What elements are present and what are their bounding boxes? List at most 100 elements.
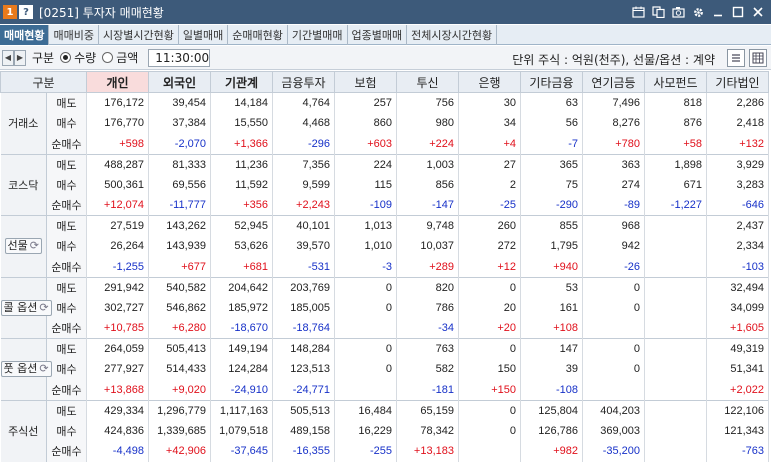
market-category-cell[interactable]: 풋 옵션 ⟳ [0, 338, 52, 400]
cell-financial-investment: -296 [272, 133, 335, 154]
cell-other-corp: +2,022 [706, 379, 769, 400]
market-category-button[interactable]: 콜 옵션 ⟳ [0, 299, 52, 316]
cell-insurance: 224 [334, 153, 397, 175]
table-row[interactable]: 순매수 +12,074 -11,777 +356 +2,243 -109 -147 -25 -2… [1, 195, 769, 216]
row-type-label: 매도 [46, 92, 87, 113]
copy-icon[interactable] [649, 3, 667, 21]
cell-bank: +12 [458, 256, 521, 277]
table-row[interactable]: 코스닥 매도 488,287 81,333 11,236 7,356 224 1,003 27 3… [0, 153, 769, 216]
cell-institution: +681 [210, 256, 273, 277]
table-header-row: 구분 개인 외국인 기관계 금융투자 보험 투신 은행 기타금융 연기금등 사모… [0, 71, 769, 93]
cell-other-finance: 125,804 [520, 399, 583, 421]
cell-investment-trust: 763 [396, 338, 459, 359]
cell-investment-trust: 756 [396, 92, 459, 113]
tab-daily-trading[interactable]: 일별매매 [179, 25, 229, 45]
cell-personal: 302,727 [86, 297, 149, 318]
cell-foreign: 514,433 [148, 359, 211, 380]
radio-quantity-dot[interactable] [60, 52, 72, 63]
table-row[interactable]: 순매수 +13,868 +9,020 -24,910 -24,771 -181 +150 -1… [1, 379, 769, 400]
cell-foreign: 39,454 [148, 92, 211, 113]
table-row[interactable]: 콜 옵션 ⟳ 매도 291,942 540,582 204,642 203,769 0 820 0… [0, 276, 769, 339]
row-type-label: 매도 [46, 215, 87, 236]
table-row[interactable]: 매수 277,927 514,433 124,284 123,513 0 582 150 39 0… [1, 359, 769, 380]
cell-private-fund [644, 215, 707, 236]
table-row[interactable]: 매수 424,836 1,339,685 1,079,518 489,158 16,229… [1, 420, 769, 441]
maximize-icon[interactable] [729, 3, 747, 21]
header-institution[interactable]: 기관계 [210, 71, 273, 93]
cell-foreign: 69,556 [148, 174, 211, 195]
time-input[interactable]: 11:30:00 [148, 48, 211, 67]
table-row[interactable]: 선물 ⟳ 매도 27,519 143,262 52,945 40,101 1,013 9,748… [0, 215, 769, 277]
cell-pension: -35,200 [582, 441, 645, 462]
cell-private-fund [644, 256, 707, 277]
cell-other-finance: 63 [520, 92, 583, 113]
next-arrow-icon[interactable]: ▶ [14, 49, 26, 66]
prev-arrow-icon[interactable]: ◀ [2, 49, 14, 66]
cell-other-corp: +132 [706, 133, 769, 154]
cell-other-finance: 855 [520, 215, 583, 236]
cell-financial-investment: 123,513 [272, 359, 335, 380]
table-row[interactable]: 매수 176,770 37,384 15,550 4,468 860 980 34 56 8,27… [1, 113, 769, 134]
tab-period-trading[interactable]: 기간별매매 [288, 25, 348, 45]
market-category-button[interactable]: 풋 옵션 ⟳ [0, 361, 52, 378]
tab-sector-trading[interactable]: 업종별매매 [348, 25, 408, 45]
table-row[interactable]: 순매수 +598 -2,070 +1,366 -296 +603 +224 +4 -7 +780 +… [1, 133, 769, 154]
table-row[interactable]: 순매수 -1,255 +677 +681 -531 -3 +289 +12 +940 -26 -10… [1, 256, 769, 277]
table-row[interactable]: 매수 500,361 69,556 11,592 9,599 115 856 2 75 274 67… [1, 174, 769, 195]
table-row[interactable]: 주식선 매도 429,334 1,296,779 1,117,163 505,513 16,… [0, 399, 769, 462]
market-category-cell[interactable]: 선물 ⟳ [0, 215, 47, 277]
header-other-corp[interactable]: 기타법인 [706, 71, 769, 93]
refresh-icon[interactable]: ⟳ [30, 240, 39, 252]
list-view-icon[interactable] [727, 49, 745, 67]
header-other-finance[interactable]: 기타금융 [520, 71, 583, 93]
cell-personal: +12,074 [86, 195, 149, 216]
table-row[interactable]: 풋 옵션 ⟳ 매도 264,059 505,413 149,194 148,284 0 763 0… [0, 338, 769, 400]
help-icon[interactable]: ? [19, 5, 33, 19]
header-financial-investment[interactable]: 금융투자 [272, 71, 335, 93]
radio-quantity[interactable]: 수량 [60, 49, 96, 66]
radio-amount-dot[interactable] [102, 52, 114, 63]
table-row[interactable]: 순매수 +10,785 +6,280 -18,670 -18,764 -34 +20 +108… [1, 318, 769, 339]
header-foreign[interactable]: 외국인 [148, 71, 211, 93]
table-row[interactable]: 매수 302,727 546,862 185,972 185,005 0 786 20 161 0… [1, 297, 769, 318]
minimize-icon[interactable] [709, 3, 727, 21]
header-investment-trust[interactable]: 투신 [396, 71, 459, 93]
cell-bank: +20 [458, 318, 521, 339]
table-row[interactable]: 거래소 매도 176,172 39,454 14,184 4,764 257 756 30 63 7… [0, 92, 769, 154]
header-private-fund[interactable]: 사모펀드 [644, 71, 707, 93]
header-insurance[interactable]: 보험 [334, 71, 397, 93]
market-category-button[interactable]: 선물 ⟳ [4, 238, 42, 255]
header-pension[interactable]: 연기금등 [582, 71, 645, 93]
cell-insurance: -109 [334, 195, 397, 216]
tab-trading-status[interactable]: 매매현황 [0, 25, 50, 45]
cell-institution: +356 [210, 195, 273, 216]
refresh-icon[interactable]: ⟳ [39, 363, 48, 375]
cell-institution: +1,366 [210, 133, 273, 154]
close-icon[interactable] [749, 3, 767, 21]
radio-amount[interactable]: 금액 [102, 49, 138, 66]
cell-institution: 15,550 [210, 113, 273, 134]
cell-foreign: +42,906 [148, 441, 211, 462]
tab-trading-ratio[interactable]: 매매비중 [49, 25, 99, 45]
calendar-icon[interactable] [629, 3, 647, 21]
cell-bank: 20 [458, 297, 521, 318]
table-row[interactable]: 순매수 -4,498 +42,906 -37,645 -16,355 -255 +13,18… [1, 441, 769, 462]
market-category-cell[interactable]: 콜 옵션 ⟳ [0, 276, 52, 339]
header-bank[interactable]: 은행 [458, 71, 521, 93]
tab-all-market-time[interactable]: 전체시장시간현황 [407, 25, 498, 45]
row-type-label: 매수 [46, 236, 87, 257]
row-type-label: 매도 [46, 338, 87, 359]
chart-view-icon[interactable] [749, 49, 767, 67]
table-row[interactable]: 매수 26,264 143,939 53,626 39,570 1,010 10,037 27… [1, 236, 769, 257]
gear-icon[interactable] [689, 3, 707, 21]
row-type-label: 매수 [46, 297, 87, 318]
tab-net-trading[interactable]: 순매매현황 [228, 25, 288, 45]
screen-number-badge[interactable]: 1 [3, 5, 17, 19]
cell-institution: 11,592 [210, 174, 273, 195]
cell-insurance: 1,013 [334, 215, 397, 236]
tab-market-time-status[interactable]: 시장별시간현황 [99, 25, 179, 45]
cell-insurance: 0 [334, 359, 397, 380]
camera-icon[interactable] [669, 3, 687, 21]
header-personal[interactable]: 개인 [86, 71, 149, 93]
refresh-icon[interactable]: ⟳ [39, 301, 48, 314]
